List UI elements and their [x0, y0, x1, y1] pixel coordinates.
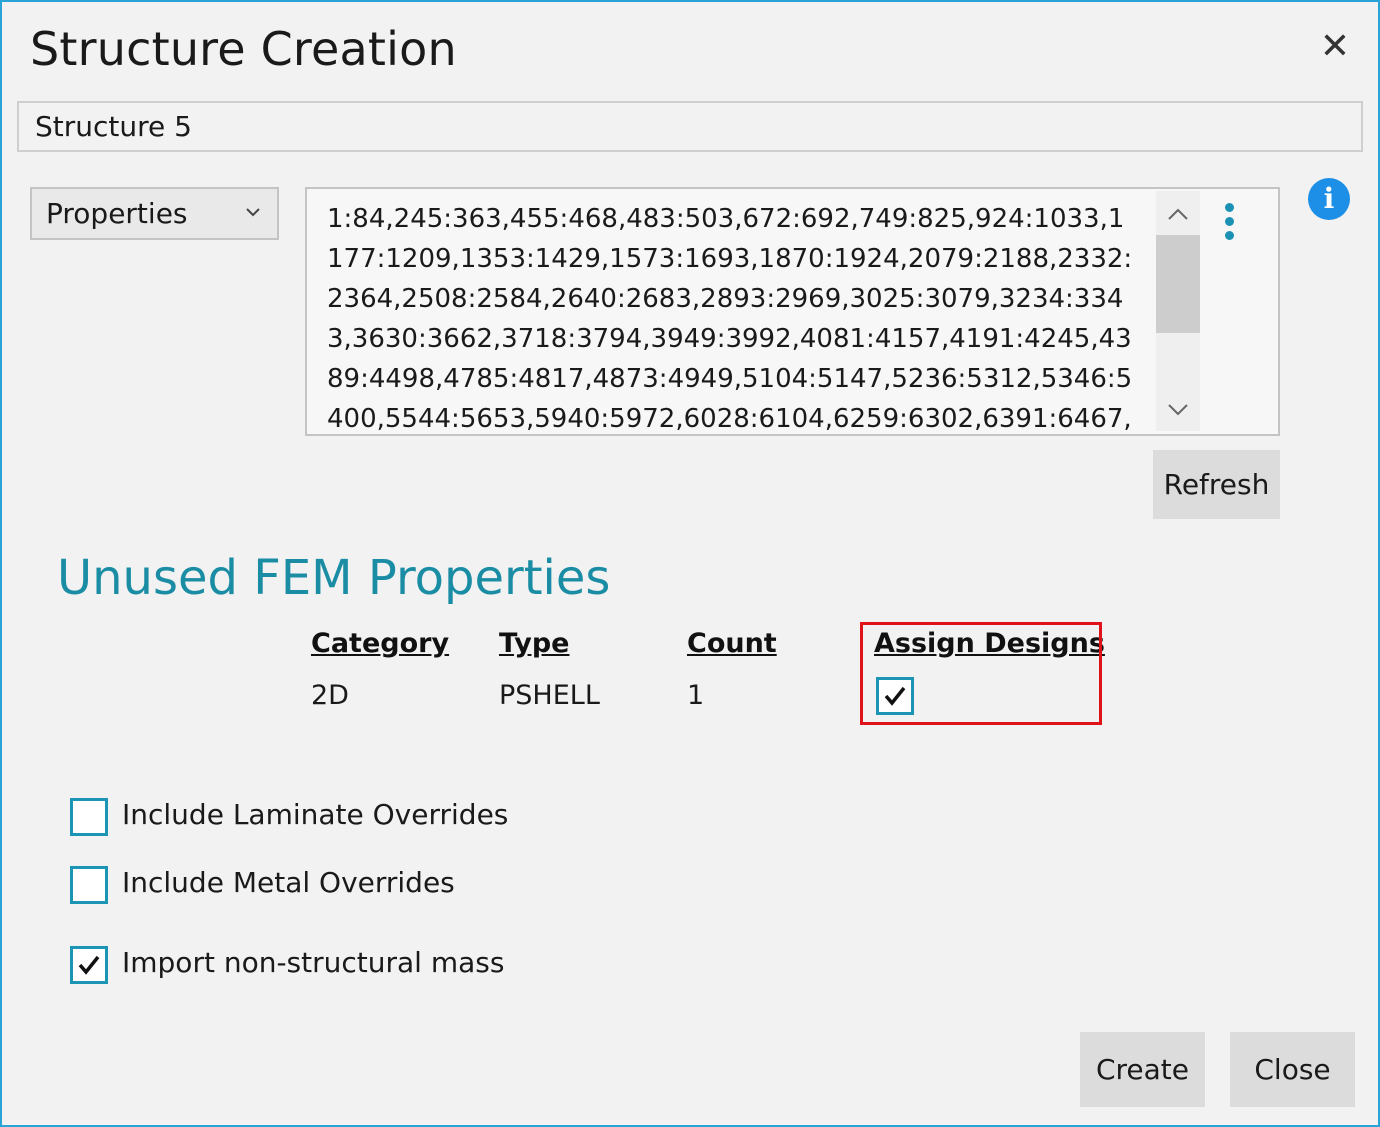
column-header-type: Type [499, 628, 570, 659]
chevron-down-icon [246, 208, 260, 217]
close-button[interactable]: Close [1230, 1032, 1355, 1107]
dialog-title: Structure Creation [30, 22, 457, 76]
info-icon[interactable]: i [1308, 178, 1350, 220]
close-icon[interactable]: ✕ [1315, 24, 1355, 70]
row-category: 2D [311, 680, 349, 711]
metal-overrides-checkbox[interactable] [70, 866, 108, 904]
structure-name-input[interactable] [17, 101, 1363, 152]
unused-fem-properties-heading: Unused FEM Properties [57, 550, 611, 606]
scroll-thumb[interactable] [1156, 235, 1200, 333]
laminate-overrides-label[interactable]: Include Laminate Overrides [122, 798, 508, 831]
laminate-overrides-checkbox[interactable] [70, 798, 108, 836]
column-header-category: Category [311, 628, 450, 659]
refresh-button[interactable]: Refresh [1153, 450, 1280, 519]
ids-textarea[interactable]: 1:84,245:363,455:468,483:503,672:692,749… [305, 187, 1280, 436]
scroll-down-icon[interactable] [1156, 391, 1200, 431]
check-icon [884, 686, 906, 706]
more-options-icon[interactable] [1219, 203, 1239, 247]
ids-scrollbar[interactable] [1156, 191, 1200, 431]
column-header-count: Count [687, 628, 777, 659]
source-type-select[interactable]: Properties [30, 187, 279, 240]
scroll-up-icon[interactable] [1156, 195, 1200, 235]
create-button[interactable]: Create [1080, 1032, 1205, 1107]
row-count: 1 [687, 680, 705, 711]
check-icon [78, 955, 100, 975]
structure-creation-dialog: Structure Creation ✕ Properties 1:84,245… [0, 0, 1380, 1127]
ids-text[interactable]: 1:84,245:363,455:468,483:503,672:692,749… [327, 199, 1139, 431]
row-type: PSHELL [499, 680, 600, 711]
source-type-value: Properties [46, 197, 188, 230]
assign-designs-checkbox[interactable] [876, 677, 914, 715]
metal-overrides-label[interactable]: Include Metal Overrides [122, 866, 455, 899]
non-structural-mass-checkbox[interactable] [70, 946, 108, 984]
non-structural-mass-label[interactable]: Import non-structural mass [122, 946, 504, 979]
